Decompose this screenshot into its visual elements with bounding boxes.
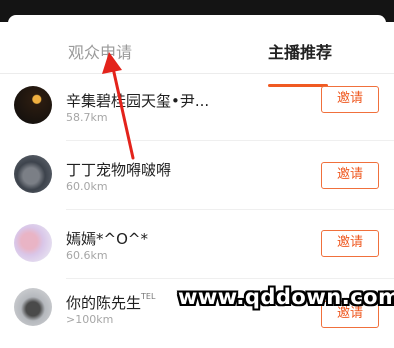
row-divider [66, 209, 394, 210]
distance-label: 58.7km [66, 111, 108, 124]
site-watermark: www.qddown.com [178, 285, 394, 309]
invite-button[interactable]: 邀请 [321, 230, 379, 257]
row-divider [66, 278, 394, 279]
distance-label: 60.6km [66, 249, 108, 262]
avatar[interactable] [14, 86, 52, 124]
tab-host-recommend[interactable]: 主播推荐 [268, 39, 332, 63]
distance-label: >100km [66, 313, 114, 326]
tab-divider [0, 73, 394, 74]
user-name: 嫣嫣*^O^* [66, 230, 148, 248]
list-item: 嫣嫣*^O^* 60.6km 邀请 [0, 224, 394, 284]
invite-button[interactable]: 邀请 [321, 162, 379, 189]
tab-audience-requests[interactable]: 观众申请 [68, 39, 132, 63]
invite-button[interactable]: 邀请 [321, 86, 379, 113]
user-name: 你的陈先生TEL [66, 292, 156, 312]
avatar[interactable] [14, 288, 52, 326]
list-item: 丁丁宠物嘚啵嘚 60.0km 邀请 [0, 155, 394, 215]
user-name: 辛集碧桂园天玺•尹... [66, 92, 210, 110]
tab-bar: 观众申请 主播推荐 [0, 15, 394, 87]
avatar[interactable] [14, 155, 52, 193]
avatar[interactable] [14, 224, 52, 262]
user-name: 丁丁宠物嘚啵嘚 [66, 161, 172, 179]
list-item: 辛集碧桂园天玺•尹... 58.7km 邀请 [0, 86, 394, 146]
distance-label: 60.0km [66, 180, 108, 193]
row-divider [66, 140, 394, 141]
name-suffix: TEL [141, 292, 156, 301]
